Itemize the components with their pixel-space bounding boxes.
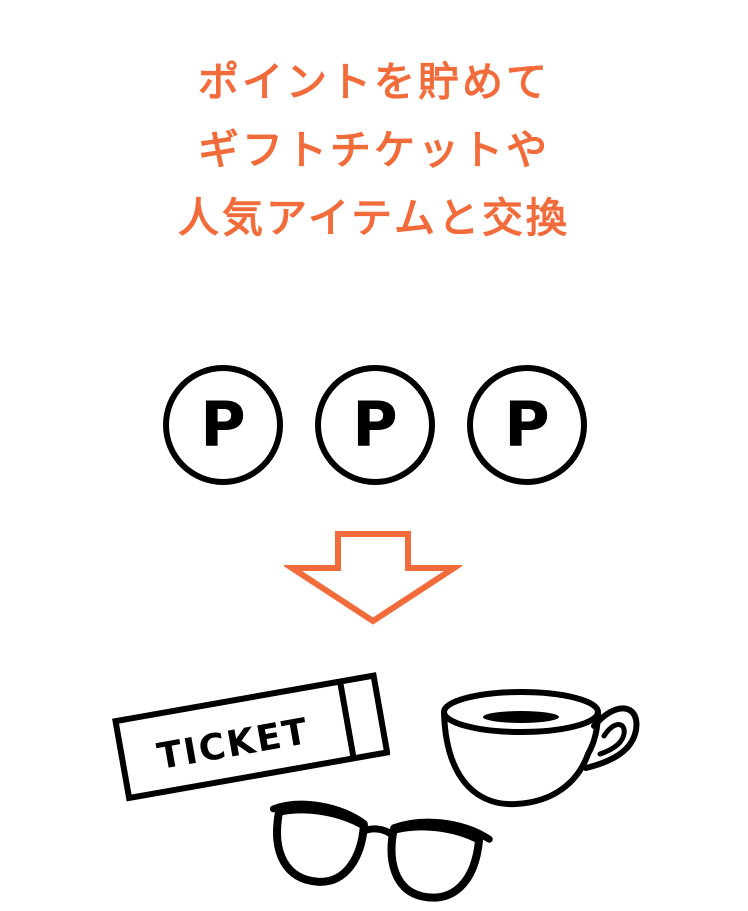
point-coin-icon: P xyxy=(467,365,587,485)
point-coin-label: P xyxy=(504,388,549,461)
eyeglasses-icon xyxy=(269,800,493,902)
point-coin-icon: P xyxy=(163,365,283,485)
points-row: P P P xyxy=(0,362,748,492)
headline-line-3: 人気アイテムと交換 xyxy=(178,194,570,242)
point-coin-icon: P xyxy=(315,365,435,485)
headline-line-2: ギフトチケットや xyxy=(198,126,550,174)
headline: ポイントを貯めて ギフトチケットや 人気アイテムと交換 xyxy=(0,48,748,252)
down-arrow-outline-icon xyxy=(284,531,462,625)
point-coin-label: P xyxy=(352,388,397,461)
coffee-cup-icon xyxy=(441,689,640,808)
headline-line-1: ポイントを貯めて xyxy=(198,58,550,106)
point-coin-label: P xyxy=(200,388,245,461)
ticket-icon: TICKET xyxy=(112,672,390,802)
